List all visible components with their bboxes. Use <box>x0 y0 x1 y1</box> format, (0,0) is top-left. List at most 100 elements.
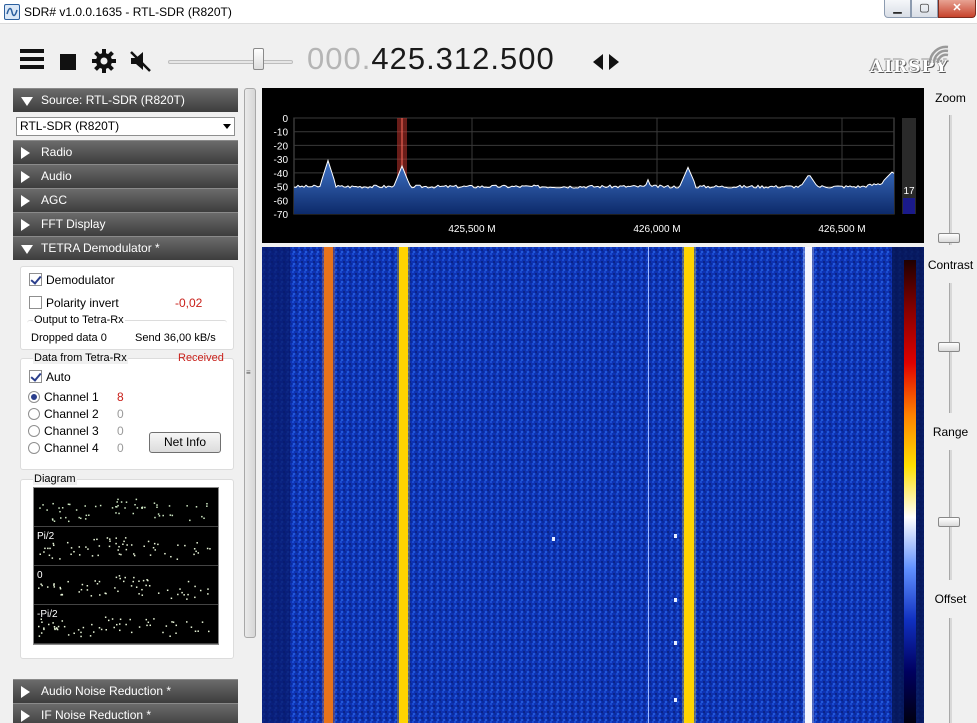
send-rate-readout: Send 36,00 kB/s <box>135 332 216 344</box>
chevron-down-icon <box>21 97 33 106</box>
chevron-right-icon <box>21 195 30 207</box>
wireless-waves-icon <box>928 43 952 70</box>
chevron-right-icon <box>21 686 30 698</box>
diagram-phase-label: -Pi/2 <box>37 609 58 620</box>
channel-2-label: Channel 2 <box>44 407 99 421</box>
section-header-radio[interactable]: Radio <box>13 140 238 164</box>
constellation-points <box>39 498 208 523</box>
y-tick-label: -30 <box>274 155 289 166</box>
contrast-label: Contrast <box>927 258 974 272</box>
x-tick-label: 426,500 M <box>818 224 865 235</box>
diagram-row <box>34 488 218 527</box>
zoom-slider-track[interactable] <box>949 115 952 245</box>
close-button[interactable]: ✕ <box>938 0 976 18</box>
hamburger-menu-icon[interactable] <box>20 49 44 73</box>
channel-3-value: 0 <box>117 424 124 438</box>
section-header-label: Audio Noise Reduction * <box>41 684 172 698</box>
section-header-tetra[interactable]: TETRA Demodulator * <box>13 236 238 260</box>
demodulator-checkbox[interactable] <box>29 273 42 286</box>
y-tick-label: -40 <box>274 169 289 180</box>
zoom-slider-thumb[interactable] <box>938 233 960 243</box>
spectrum-analyzer[interactable]: 0 -10 -20 -30 -40 -50 -60 -70 425,500 M 426,000 M… <box>262 88 924 243</box>
constellation-points <box>38 616 210 638</box>
tetra-demodulator-panel: Demodulator Polarity invert -0,02 Output… <box>13 260 238 679</box>
maximize-button[interactable]: ▢ <box>911 0 938 18</box>
section-header-source[interactable]: Source: RTL-SDR (R820T) <box>13 88 238 112</box>
section-header-fft-display[interactable]: FFT Display <box>13 212 238 236</box>
diagram-row: 0 <box>34 566 218 605</box>
left-right-arrows-icon[interactable] <box>592 53 620 71</box>
stop-icon[interactable] <box>60 54 76 70</box>
level-readout: 17 <box>903 186 915 197</box>
window-title: SDR# v1.0.0.1635 - RTL-SDR (R820T) <box>24 5 232 19</box>
channel-3-label: Channel 3 <box>44 424 99 438</box>
waterfall-display[interactable] <box>262 247 924 723</box>
frequency-value[interactable]: 425.312.500 <box>371 41 554 76</box>
chevron-right-icon <box>21 219 30 231</box>
section-header-audio-noise-reduction[interactable]: Audio Noise Reduction * <box>13 679 238 703</box>
chevron-right-icon <box>21 710 30 722</box>
source-device-select[interactable]: RTL-SDR (R820T) <box>16 117 235 136</box>
y-tick-label: -20 <box>274 141 289 152</box>
auto-checkbox[interactable] <box>29 370 42 383</box>
output-group-label: Output to Tetra-Rx <box>33 314 125 326</box>
dropped-data-readout: Dropped data 0 <box>31 332 107 344</box>
speaker-muted-icon[interactable] <box>128 49 154 73</box>
polarity-value: -0,02 <box>175 296 203 310</box>
section-header-label: AGC <box>41 193 68 207</box>
channel-1-label: Channel 1 <box>44 390 99 404</box>
right-panel: Zoom Contrast Range Offset <box>924 88 977 723</box>
chevron-down-icon <box>21 245 33 254</box>
net-info-button[interactable]: Net Info <box>149 432 221 453</box>
polarity-invert-checkbox[interactable] <box>29 296 42 309</box>
section-header-audio[interactable]: Audio <box>13 164 238 188</box>
section-header-agc[interactable]: AGC <box>13 188 238 212</box>
x-tick-label: 425,500 M <box>448 224 495 235</box>
offset-slider-track[interactable] <box>949 618 952 723</box>
constellation-diagram: Pi/2 0 -Pi/2 <box>33 487 219 645</box>
offset-label: Offset <box>934 592 967 606</box>
source-panel: RTL-SDR (R820T) <box>13 112 238 140</box>
frequency-leading-zeros[interactable]: 000. <box>307 41 371 76</box>
channel-4-label: Channel 4 <box>44 441 99 455</box>
section-header-label: Source: RTL-SDR (R820T) <box>41 93 185 107</box>
data-group-label: Data from Tetra-Rx <box>33 352 128 364</box>
y-tick-label: -60 <box>274 196 289 207</box>
constellation-points <box>38 575 209 600</box>
volume-slider-thumb[interactable] <box>252 48 264 70</box>
minimize-button[interactable]: ▁ <box>884 0 911 18</box>
level-meter-fill <box>903 198 915 214</box>
auto-label: Auto <box>46 370 71 384</box>
range-label: Range <box>932 425 969 439</box>
demodulator-label: Demodulator <box>46 273 115 287</box>
channel-4-radio[interactable] <box>28 442 40 454</box>
volume-slider-track[interactable] <box>168 60 293 64</box>
zoom-label: Zoom <box>935 91 966 105</box>
channel-2-radio[interactable] <box>28 408 40 420</box>
channel-1-radio[interactable] <box>28 391 40 403</box>
section-header-label: IF Noise Reduction * <box>41 708 152 722</box>
frequency-display[interactable]: 000.425.312.500 <box>307 41 555 77</box>
channel-3-radio[interactable] <box>28 425 40 437</box>
source-device-value: RTL-SDR (R820T) <box>20 119 120 133</box>
range-slider-thumb[interactable] <box>938 517 960 527</box>
gear-icon[interactable] <box>92 49 116 73</box>
y-tick-label: 0 <box>282 114 288 125</box>
chevron-right-icon <box>21 147 30 159</box>
scrollbar-thumb[interactable] <box>244 88 256 638</box>
diagram-phase-label: 0 <box>37 570 43 581</box>
diagram-row: -Pi/2 <box>34 605 218 644</box>
left-panel-scrollbar[interactable]: ≡ <box>242 88 258 723</box>
diagram-phase-label: Pi/2 <box>37 531 55 542</box>
section-header-if-noise-reduction[interactable]: IF Noise Reduction * <box>13 703 238 723</box>
constellation-points <box>39 537 211 560</box>
dropdown-arrow-icon <box>223 124 231 129</box>
toolbar: 000.425.312.500 AIRSPY <box>0 25 977 87</box>
contrast-slider-thumb[interactable] <box>938 342 960 352</box>
section-header-label: FFT Display <box>41 217 106 231</box>
diagram-group-label: Diagram <box>33 473 77 485</box>
sdr-sharp-window: SDR# v1.0.0.1635 - RTL-SDR (R820T) ▁ ▢ ✕ <box>0 0 977 723</box>
y-tick-label: -50 <box>274 183 289 194</box>
range-slider-track[interactable] <box>949 450 952 580</box>
waterfall-signal-faint <box>648 247 649 723</box>
